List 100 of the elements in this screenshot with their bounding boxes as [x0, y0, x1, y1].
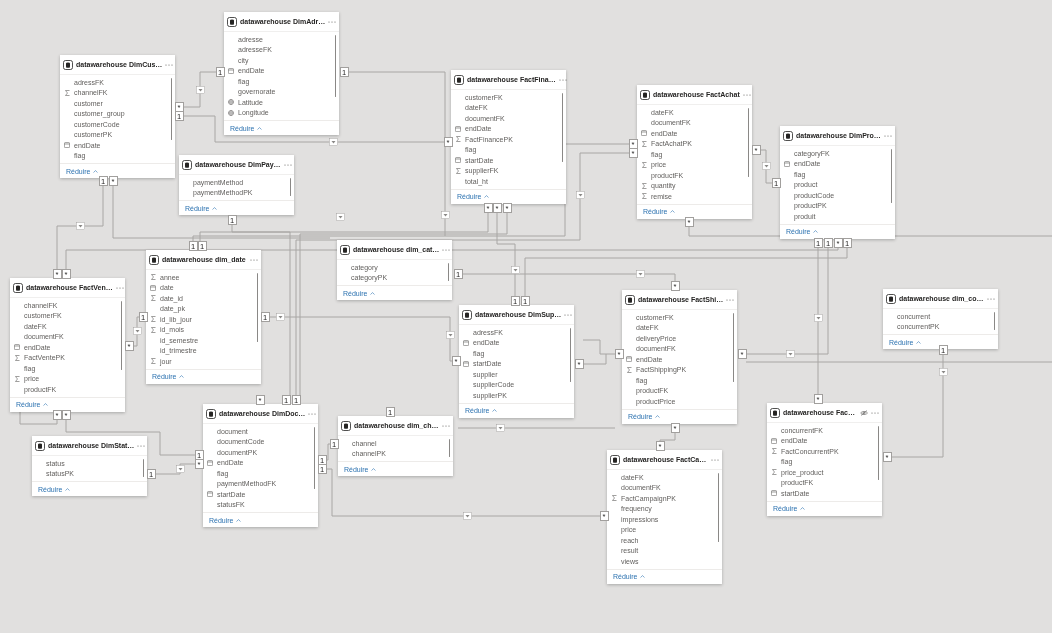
filter-direction-icon	[575, 191, 585, 199]
filter-direction-icon	[761, 162, 771, 170]
chevron-up-icon	[369, 291, 375, 295]
sum-icon	[611, 495, 617, 502]
chevron-up-icon	[211, 206, 217, 210]
table-icon	[149, 254, 159, 265]
chevron-up-icon	[639, 575, 645, 578]
sum-icon	[64, 89, 70, 96]
calendar-icon	[771, 437, 777, 444]
filter-direction-icon	[440, 211, 450, 219]
table-icon	[206, 408, 216, 419]
scrollbar[interactable]	[993, 312, 995, 330]
sum-icon	[771, 469, 777, 476]
table-icon	[182, 159, 192, 170]
scrollbar[interactable]	[170, 78, 172, 140]
sum-icon	[14, 375, 20, 382]
calendar-icon	[463, 360, 469, 367]
table-icon	[13, 282, 23, 293]
calendar-icon	[228, 67, 234, 74]
table-icon	[625, 294, 635, 305]
chevron-up-icon	[42, 403, 48, 406]
connector-line	[325, 443, 331, 461]
scrollbar[interactable]	[334, 35, 336, 97]
connector-line	[19, 409, 58, 425]
chevron-up-icon	[483, 195, 489, 198]
connector-line	[182, 71, 217, 108]
chevron-up-icon	[178, 375, 184, 378]
table-icon	[610, 454, 620, 465]
scrollbar[interactable]	[717, 473, 719, 542]
chevron-up-icon	[915, 340, 921, 344]
table-icon	[63, 59, 73, 70]
globe-icon	[228, 99, 234, 106]
calendar-icon	[626, 356, 632, 363]
calendar-icon	[455, 157, 461, 164]
filter-direction-icon	[635, 270, 645, 278]
filter-direction-icon	[813, 314, 823, 322]
sum-icon	[455, 136, 461, 143]
sum-icon	[641, 161, 647, 168]
filter-direction-icon	[462, 512, 472, 520]
chevron-up-icon	[654, 415, 660, 418]
calendar-icon	[641, 130, 647, 137]
sum-icon	[150, 295, 156, 302]
eye-off-icon[interactable]	[860, 409, 868, 416]
scrollbar[interactable]	[877, 426, 879, 481]
calendar-icon	[14, 344, 20, 351]
calendar-icon	[64, 142, 70, 149]
table-icon	[341, 420, 351, 431]
filter-direction-icon	[195, 86, 205, 94]
sum-icon	[771, 448, 777, 455]
table-icon	[454, 74, 464, 85]
calendar-icon	[150, 284, 156, 291]
connector-line	[759, 149, 773, 184]
scrollbar[interactable]	[313, 427, 315, 489]
chevron-up-icon	[669, 210, 675, 213]
scrollbar[interactable]	[120, 301, 122, 370]
filter-direction-icon	[938, 368, 948, 376]
filter-direction-icon	[275, 313, 285, 321]
scrollbar[interactable]	[747, 108, 749, 177]
table-icon	[640, 89, 650, 100]
filter-direction-icon	[510, 266, 520, 274]
calendar-icon	[455, 125, 461, 132]
scrollbar[interactable]	[142, 459, 144, 477]
filter-direction-icon	[495, 424, 505, 432]
table-icon	[770, 407, 780, 418]
filter-direction-icon	[335, 213, 345, 221]
sum-icon	[626, 366, 632, 373]
chevron-up-icon	[370, 467, 376, 471]
chevron-up-icon	[64, 487, 70, 491]
table-icon	[783, 130, 793, 141]
scrollbar[interactable]	[561, 93, 563, 162]
filter-direction-icon	[175, 465, 185, 473]
calendar-icon	[207, 459, 213, 466]
calendar-icon	[784, 160, 790, 167]
scrollbar[interactable]	[447, 263, 449, 281]
chevron-up-icon	[92, 169, 98, 173]
calendar-icon	[207, 491, 213, 498]
scrollbar[interactable]	[256, 273, 258, 342]
chevron-up-icon	[256, 126, 262, 130]
table-icon	[227, 16, 237, 27]
table-icon	[462, 309, 472, 320]
calendar-icon	[771, 490, 777, 497]
scrollbar[interactable]	[448, 439, 450, 457]
globe-icon	[228, 109, 234, 116]
scrollbar[interactable]	[732, 313, 734, 382]
filter-direction-icon	[785, 350, 795, 358]
scrollbar[interactable]	[890, 149, 892, 204]
scrollbar[interactable]	[569, 328, 571, 383]
scrollbar[interactable]	[289, 178, 291, 196]
connector-line	[659, 431, 676, 443]
filter-direction-icon	[445, 331, 455, 339]
chevron-up-icon	[235, 518, 241, 522]
sum-icon	[150, 358, 156, 365]
filter-direction-icon	[132, 327, 142, 335]
filter-direction-icon	[328, 138, 338, 146]
sum-icon	[455, 167, 461, 174]
table-icon	[886, 293, 896, 304]
connector-line	[154, 463, 196, 475]
connector-line	[132, 316, 140, 347]
sum-icon	[150, 274, 156, 281]
filter-direction-icon	[75, 222, 85, 230]
